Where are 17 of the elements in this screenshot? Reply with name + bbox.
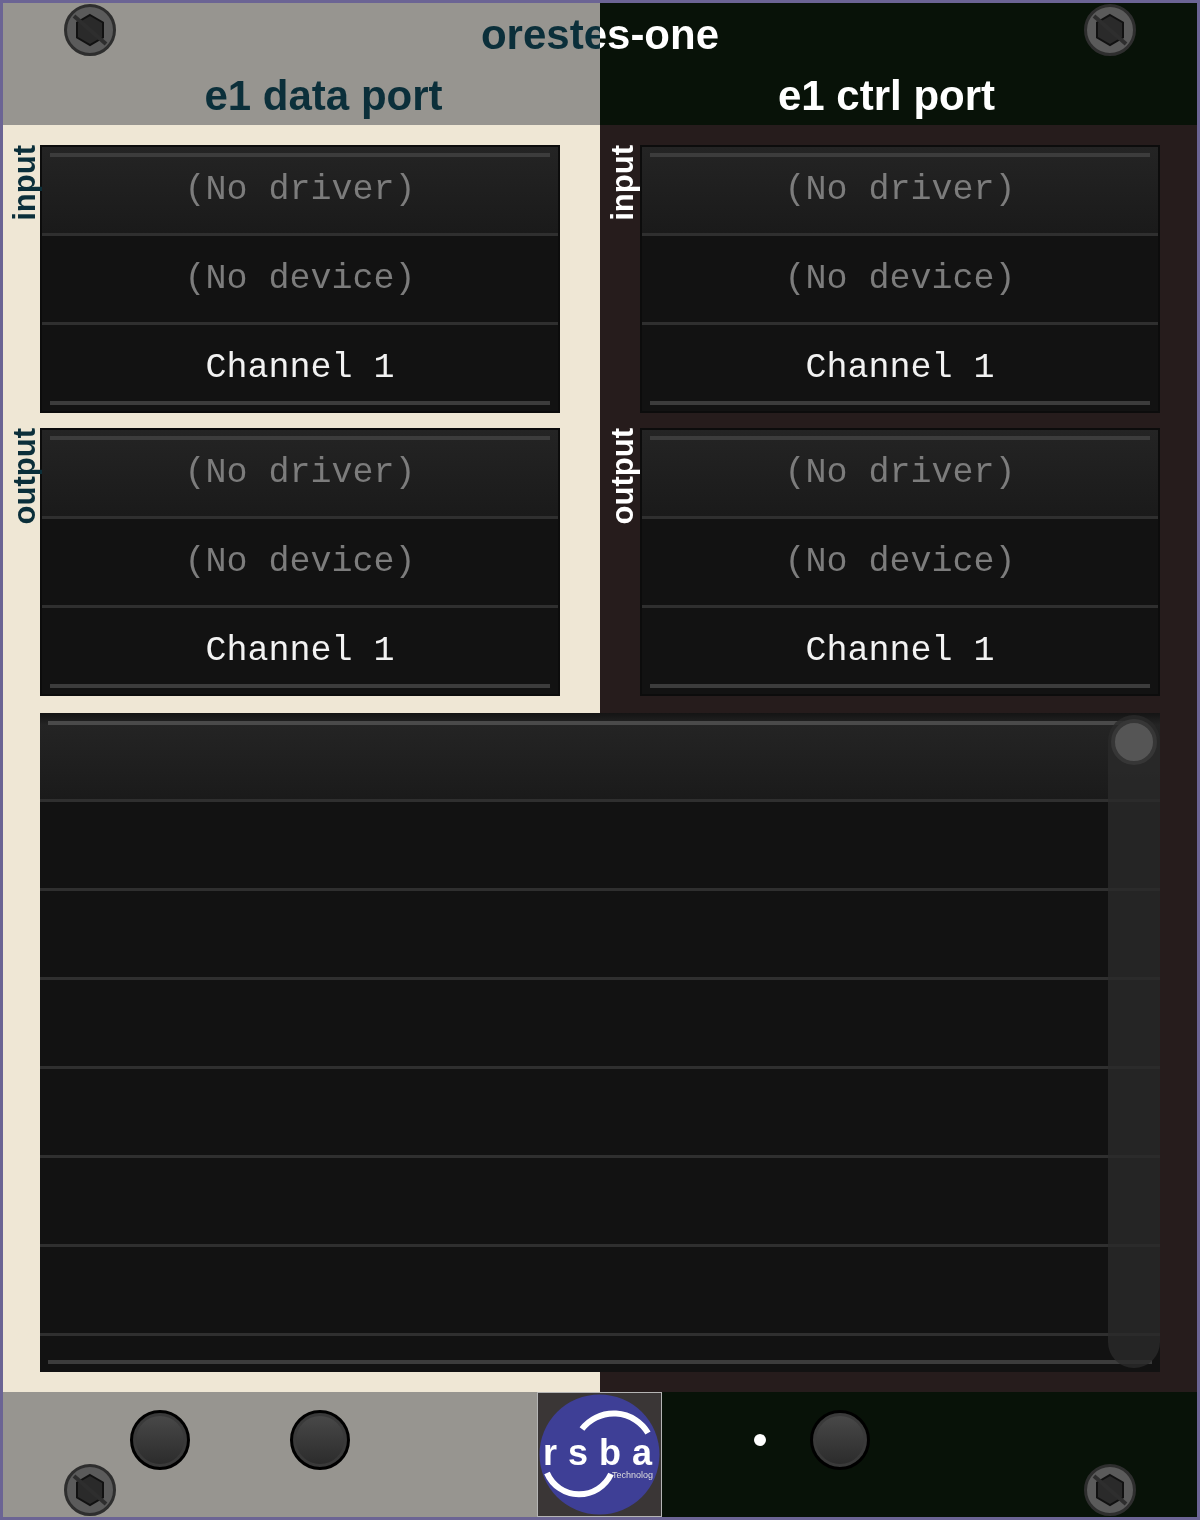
screw-icon xyxy=(64,4,116,56)
driver-selector[interactable]: (No driver) xyxy=(42,430,558,516)
logo-wordmark: rsba xyxy=(543,1435,664,1471)
screw-icon xyxy=(64,1464,116,1516)
section-title: e1 data port xyxy=(204,75,443,117)
section-title: e1 ctrl port xyxy=(777,75,996,117)
scrollbar-thumb[interactable] xyxy=(1111,719,1157,765)
port-label: output xyxy=(606,428,638,525)
logo-tagline: Technolog xyxy=(612,1471,654,1480)
port-label: output xyxy=(9,428,40,525)
knob-icon[interactable] xyxy=(290,1410,350,1470)
driver-selector[interactable]: (No driver) xyxy=(642,147,1158,233)
driver-selector[interactable]: (No driver) xyxy=(42,147,558,233)
port-label: input xyxy=(9,145,40,221)
driver-selector[interactable]: (No driver) xyxy=(642,430,1158,516)
knob-icon[interactable] xyxy=(130,1410,190,1470)
port-label: input xyxy=(606,145,638,221)
